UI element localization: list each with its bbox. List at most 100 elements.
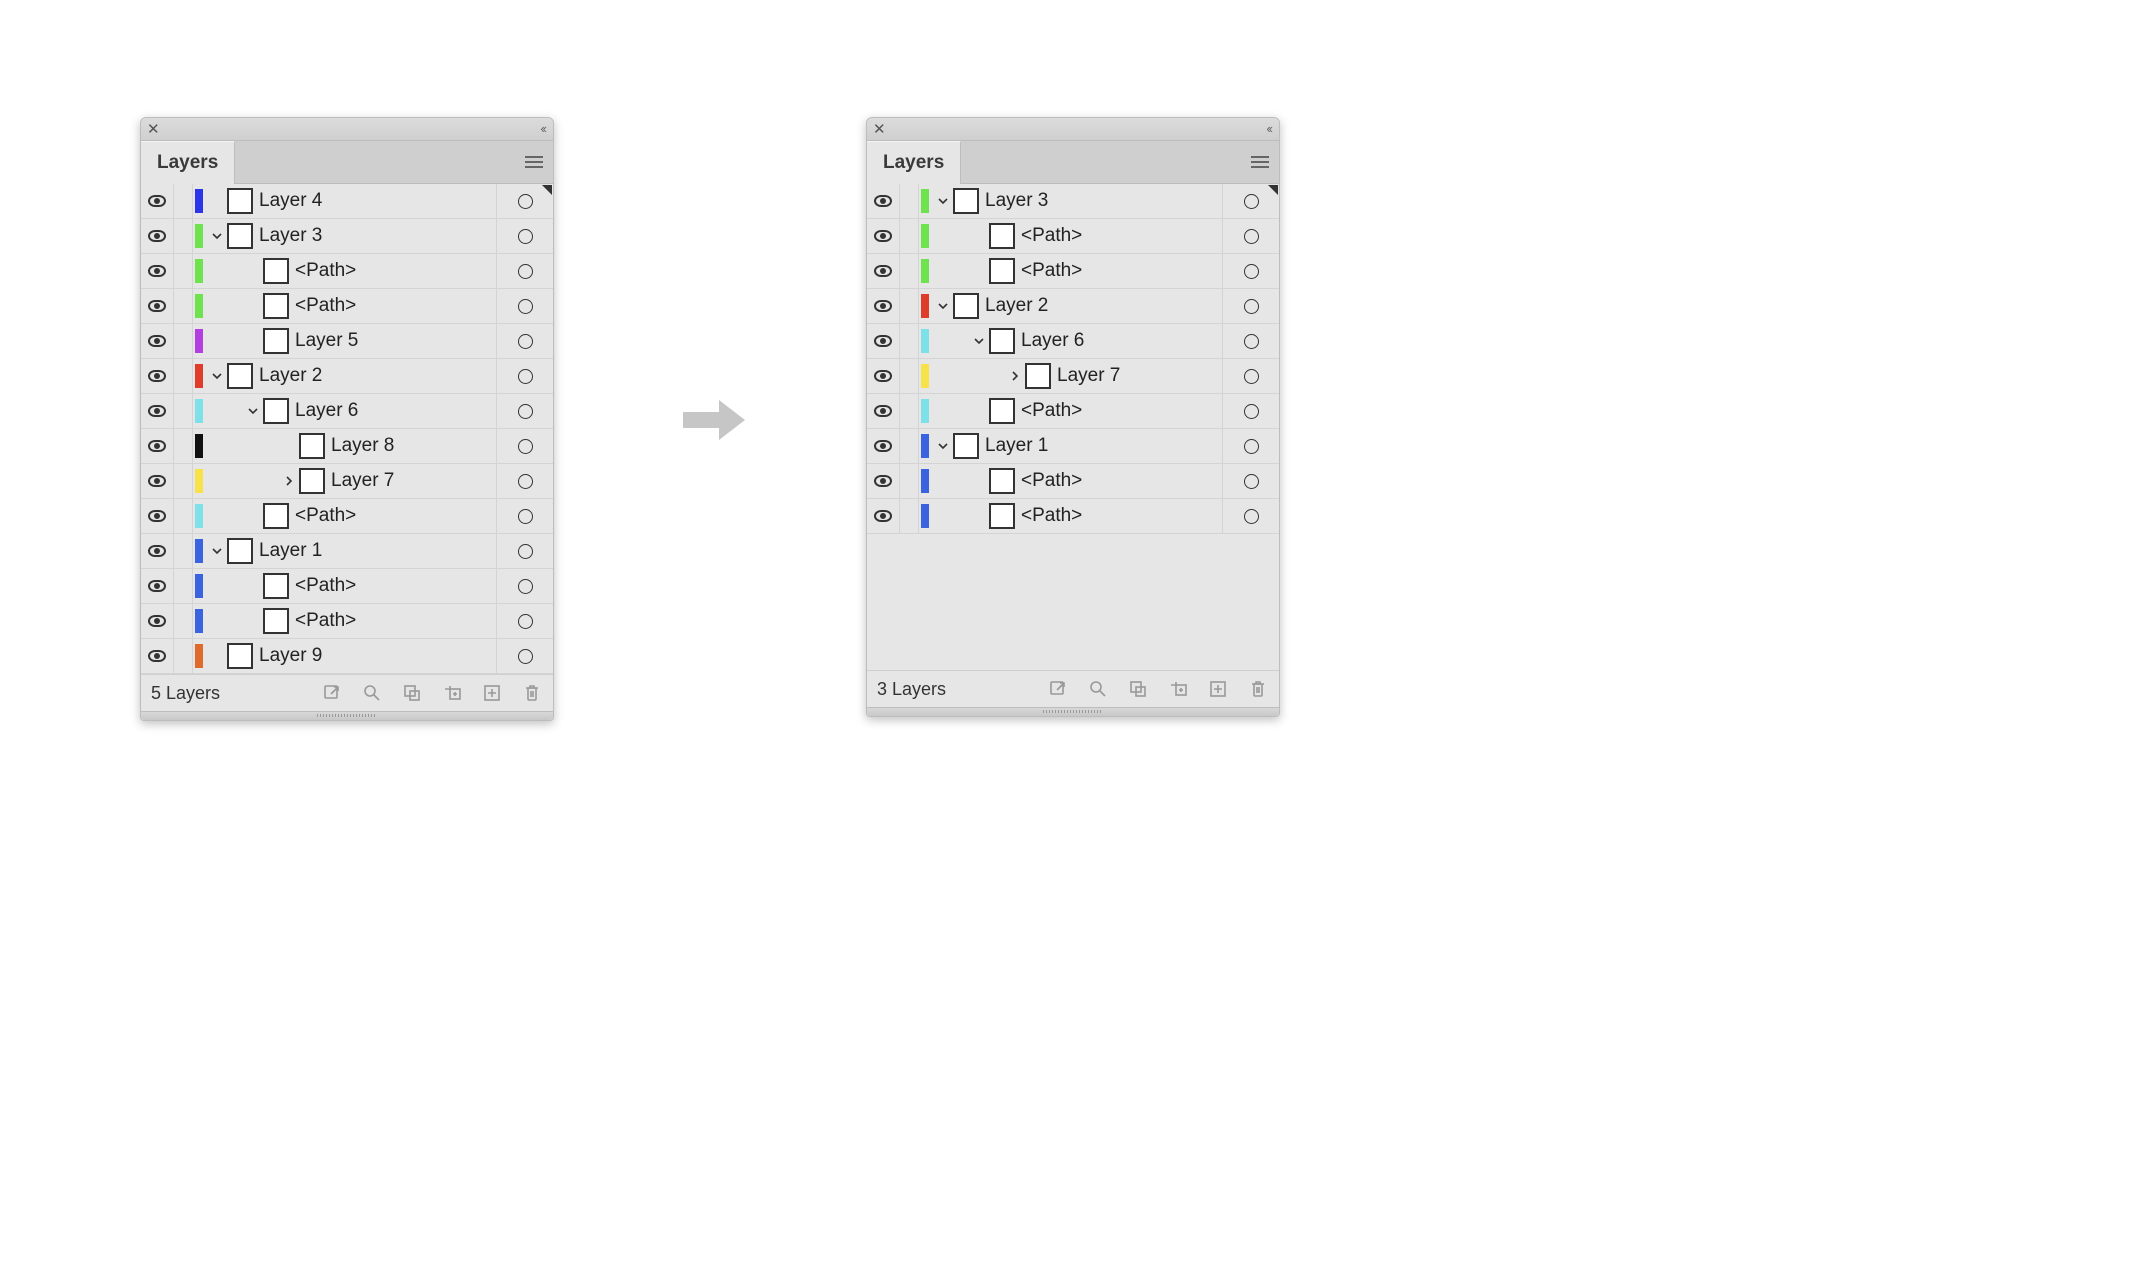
new-layer-icon[interactable] — [1207, 678, 1229, 700]
disclosure-toggle[interactable] — [933, 440, 953, 452]
disclosure-toggle[interactable] — [1005, 370, 1025, 382]
layer-row[interactable]: <Path> — [867, 219, 1279, 254]
layer-name-label[interactable]: Layer 6 — [295, 400, 496, 422]
layer-thumbnail[interactable] — [263, 398, 289, 424]
lock-column[interactable] — [174, 464, 193, 498]
target-indicator[interactable] — [1244, 439, 1259, 454]
visibility-toggle[interactable] — [141, 289, 174, 323]
disclosure-toggle[interactable] — [933, 300, 953, 312]
locate-icon[interactable] — [1127, 678, 1149, 700]
layer-name-label[interactable]: <Path> — [295, 610, 496, 632]
visibility-toggle[interactable] — [141, 184, 174, 218]
layer-row[interactable]: <Path> — [141, 254, 553, 289]
lock-column[interactable] — [900, 464, 919, 498]
layer-row[interactable]: Layer 7 — [141, 464, 553, 499]
layer-row[interactable]: Layer 3 — [141, 219, 553, 254]
layer-row[interactable]: <Path> — [867, 394, 1279, 429]
trash-icon[interactable] — [1247, 678, 1269, 700]
layer-thumbnail[interactable] — [989, 328, 1015, 354]
layer-thumbnail[interactable] — [989, 468, 1015, 494]
lock-column[interactable] — [174, 359, 193, 393]
new-layer-icon[interactable] — [481, 682, 503, 704]
visibility-toggle[interactable] — [867, 219, 900, 253]
visibility-toggle[interactable] — [141, 499, 174, 533]
layer-row[interactable]: <Path> — [867, 254, 1279, 289]
layer-name-label[interactable]: Layer 7 — [331, 470, 496, 492]
visibility-toggle[interactable] — [141, 639, 174, 673]
layer-row[interactable]: Layer 7 — [867, 359, 1279, 394]
panel-resize-handle[interactable] — [141, 711, 553, 720]
layer-thumbnail[interactable] — [953, 433, 979, 459]
lock-column[interactable] — [174, 429, 193, 463]
visibility-toggle[interactable] — [141, 219, 174, 253]
layer-thumbnail[interactable] — [953, 188, 979, 214]
search-icon[interactable] — [1087, 678, 1109, 700]
layer-row[interactable]: Layer 1 — [867, 429, 1279, 464]
target-indicator[interactable] — [1244, 194, 1259, 209]
visibility-toggle[interactable] — [867, 429, 900, 463]
visibility-toggle[interactable] — [141, 464, 174, 498]
target-indicator[interactable] — [518, 194, 533, 209]
lock-column[interactable] — [900, 254, 919, 288]
layer-thumbnail[interactable] — [989, 503, 1015, 529]
lock-column[interactable] — [174, 534, 193, 568]
visibility-toggle[interactable] — [141, 604, 174, 638]
lock-column[interactable] — [900, 499, 919, 533]
lock-column[interactable] — [174, 394, 193, 428]
panel-menu-icon[interactable] — [525, 153, 543, 171]
layer-thumbnail[interactable] — [263, 328, 289, 354]
target-indicator[interactable] — [518, 649, 533, 664]
panel-corner-menu-icon[interactable] — [542, 185, 552, 195]
lock-column[interactable] — [174, 184, 193, 218]
tab-layers[interactable]: Layers — [867, 141, 961, 184]
lock-column[interactable] — [900, 184, 919, 218]
layer-row[interactable]: Layer 2 — [867, 289, 1279, 324]
target-indicator[interactable] — [1244, 404, 1259, 419]
visibility-toggle[interactable] — [867, 289, 900, 323]
target-indicator[interactable] — [518, 474, 533, 489]
lock-column[interactable] — [174, 219, 193, 253]
layer-thumbnail[interactable] — [989, 258, 1015, 284]
layer-name-label[interactable]: <Path> — [295, 505, 496, 527]
layer-thumbnail[interactable] — [299, 433, 325, 459]
visibility-toggle[interactable] — [867, 359, 900, 393]
layer-row[interactable]: <Path> — [141, 604, 553, 639]
visibility-toggle[interactable] — [867, 464, 900, 498]
disclosure-toggle[interactable] — [207, 545, 227, 557]
layer-thumbnail[interactable] — [227, 223, 253, 249]
lock-column[interactable] — [900, 359, 919, 393]
layer-name-label[interactable]: Layer 7 — [1057, 365, 1222, 387]
layer-name-label[interactable]: <Path> — [1021, 505, 1222, 527]
lock-column[interactable] — [174, 289, 193, 323]
layer-row[interactable]: Layer 5 — [141, 324, 553, 359]
layer-name-label[interactable]: <Path> — [1021, 260, 1222, 282]
layer-thumbnail[interactable] — [263, 573, 289, 599]
layer-name-label[interactable]: <Path> — [295, 295, 496, 317]
visibility-toggle[interactable] — [867, 324, 900, 358]
layer-name-label[interactable]: Layer 1 — [259, 540, 496, 562]
tab-layers[interactable]: Layers — [141, 141, 235, 184]
layer-thumbnail[interactable] — [1025, 363, 1051, 389]
lock-column[interactable] — [900, 394, 919, 428]
layer-name-label[interactable]: Layer 8 — [331, 435, 496, 457]
target-indicator[interactable] — [518, 579, 533, 594]
export-icon[interactable] — [1047, 678, 1069, 700]
disclosure-toggle[interactable] — [969, 335, 989, 347]
layer-thumbnail[interactable] — [989, 223, 1015, 249]
layer-name-label[interactable]: Layer 3 — [985, 190, 1222, 212]
target-indicator[interactable] — [1244, 509, 1259, 524]
layer-thumbnail[interactable] — [953, 293, 979, 319]
visibility-toggle[interactable] — [141, 429, 174, 463]
disclosure-toggle[interactable] — [243, 405, 263, 417]
layer-name-label[interactable]: <Path> — [1021, 225, 1222, 247]
lock-column[interactable] — [174, 639, 193, 673]
disclosure-toggle[interactable] — [207, 230, 227, 242]
layer-name-label[interactable]: Layer 2 — [985, 295, 1222, 317]
lock-column[interactable] — [900, 289, 919, 323]
layer-row[interactable]: Layer 9 — [141, 639, 553, 674]
layer-thumbnail[interactable] — [263, 293, 289, 319]
layer-name-label[interactable]: <Path> — [1021, 400, 1222, 422]
lock-column[interactable] — [174, 254, 193, 288]
target-indicator[interactable] — [518, 299, 533, 314]
layer-thumbnail[interactable] — [227, 643, 253, 669]
